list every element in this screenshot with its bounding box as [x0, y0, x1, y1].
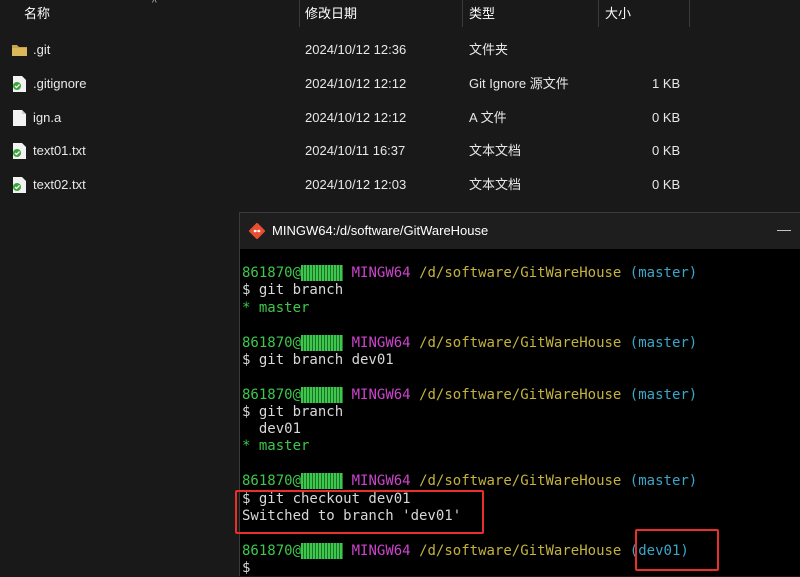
minimize-button[interactable]: —	[777, 221, 791, 237]
column-name[interactable]: 名称	[24, 0, 50, 27]
command-line: $ git branch dev01	[242, 352, 394, 368]
file-type: 文件夹	[469, 42, 509, 57]
prompt-line: 861870@▓▓▓▓▓ MINGW64 /d/software/GitWare…	[242, 473, 698, 489]
file-type: 文本文档	[469, 177, 522, 192]
prompt-user: 861870	[242, 335, 293, 351]
file-name: ign.a	[33, 110, 62, 125]
prompt-path: /d/software/GitWareHouse	[419, 335, 622, 351]
file-size: 0 KB	[652, 143, 681, 158]
file-row[interactable]: ign.a 2024/10/12 12:12 A 文件 0 KB	[0, 101, 800, 135]
column-header: ^ 名称 修改日期 类型 大小	[0, 0, 800, 27]
prompt-path: /d/software/GitWareHouse	[419, 265, 622, 281]
folder-icon	[12, 45, 27, 56]
column-size[interactable]: 大小	[605, 0, 631, 27]
column-date[interactable]: 修改日期	[305, 0, 357, 27]
prompt-user: 861870	[242, 387, 293, 403]
prompt-env: MINGW64	[351, 335, 411, 351]
prompt-env: MINGW64	[351, 387, 411, 403]
output-line: * master	[242, 438, 310, 454]
column-type[interactable]: 类型	[469, 0, 495, 27]
column-divider[interactable]	[689, 0, 690, 27]
prompt-line: 861870@▓▓▓▓▓ MINGW64 /d/software/GitWare…	[242, 543, 689, 559]
file-date: 2024/10/12 12:12	[305, 76, 407, 91]
prompt-env: MINGW64	[351, 543, 411, 559]
terminal-titlebar[interactable]: MINGW64:/d/software/GitWareHouse —	[240, 213, 800, 249]
file-name: text01.txt	[33, 143, 86, 158]
command-line: $ git branch	[242, 282, 344, 298]
file-type: 文本文档	[469, 143, 522, 158]
prompt-user: 861870	[242, 473, 293, 489]
file-size: 0 KB	[652, 177, 681, 192]
prompt-path: /d/software/GitWareHouse	[419, 387, 622, 403]
file-date: 2024/10/12 12:12	[305, 110, 407, 125]
file-name: .git	[33, 42, 51, 57]
file-size: 1 KB	[652, 76, 681, 91]
file-icon	[13, 110, 26, 126]
terminal-window[interactable]: MINGW64:/d/software/GitWareHouse — 86187…	[235, 212, 800, 576]
prompt-branch: (master)	[629, 387, 698, 403]
prompt-branch: (master)	[629, 335, 698, 351]
git-file-icon	[13, 76, 26, 92]
column-divider[interactable]	[598, 0, 599, 27]
prompt-env: MINGW64	[351, 473, 411, 489]
file-date: 2024/10/12 12:36	[305, 42, 407, 57]
prompt-path: /d/software/GitWareHouse	[419, 473, 622, 489]
file-name: .gitignore	[33, 76, 87, 91]
file-date: 2024/10/12 12:03	[305, 177, 407, 192]
output-line: * master	[242, 300, 310, 316]
prompt-env: MINGW64	[351, 265, 411, 281]
file-row[interactable]: .git 2024/10/12 12:36 文件夹	[0, 33, 800, 67]
prompt-line: 861870@▓▓▓▓▓ MINGW64 /d/software/GitWare…	[242, 335, 698, 351]
prompt-user: 861870	[242, 265, 293, 281]
prompt-path: /d/software/GitWareHouse	[419, 543, 622, 559]
command-line: $ git branch	[242, 404, 344, 420]
command-line: $	[242, 560, 251, 576]
file-date: 2024/10/11 16:37	[305, 143, 406, 158]
file-type: A 文件	[469, 110, 507, 125]
file-type: Git Ignore 源文件	[469, 76, 569, 91]
file-size: 0 KB	[652, 110, 681, 125]
git-bash-icon	[249, 223, 265, 239]
file-row[interactable]: text01.txt 2024/10/11 16:37 文本文档 0 KB	[0, 134, 800, 168]
git-file-icon	[13, 143, 26, 159]
prompt-line: 861870@▓▓▓▓▓ MINGW64 /d/software/GitWare…	[242, 387, 698, 403]
terminal-title: MINGW64:/d/software/GitWareHouse	[272, 223, 489, 238]
prompt-branch: (master)	[629, 473, 698, 489]
file-name: text02.txt	[33, 177, 86, 192]
sort-ascending-icon: ^	[152, 0, 157, 9]
column-divider[interactable]	[299, 0, 300, 27]
prompt-line: 861870@▓▓▓▓▓ MINGW64 /d/software/GitWare…	[242, 265, 698, 281]
highlight-box	[635, 529, 719, 571]
column-divider[interactable]	[462, 0, 463, 27]
git-file-icon	[13, 177, 26, 193]
file-row[interactable]: text02.txt 2024/10/12 12:03 文本文档 0 KB	[0, 168, 800, 202]
file-row[interactable]: .gitignore 2024/10/12 12:12 Git Ignore 源…	[0, 67, 800, 101]
prompt-branch: (master)	[629, 265, 698, 281]
output-line: dev01	[242, 421, 302, 437]
prompt-user: 861870	[242, 543, 293, 559]
highlight-box	[235, 490, 484, 534]
